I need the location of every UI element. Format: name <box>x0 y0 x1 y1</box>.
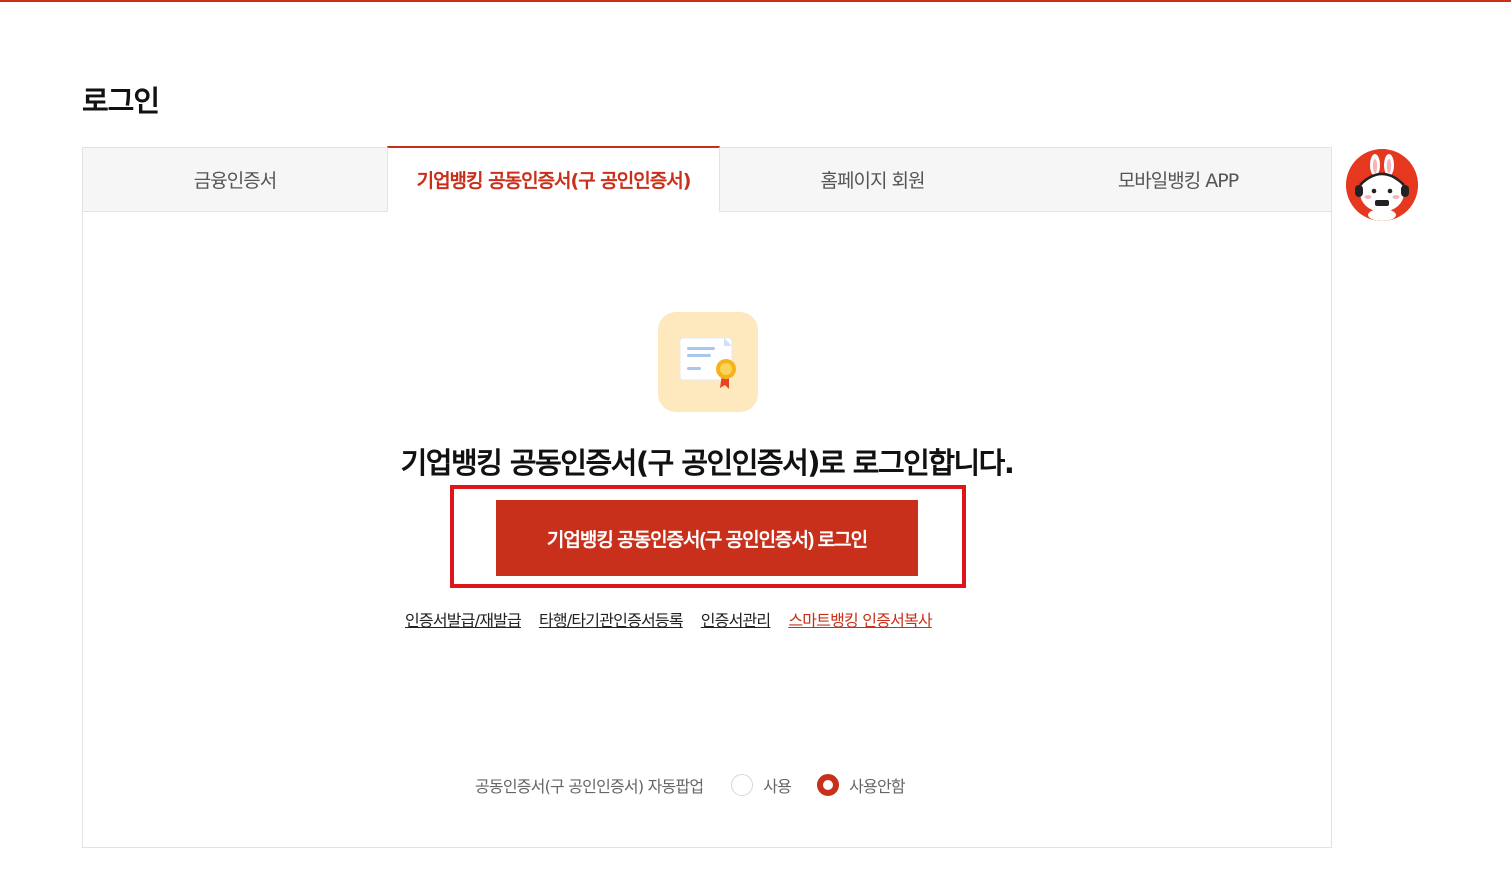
tab-homepage-member[interactable]: 홈페이지 회원 <box>720 148 1025 212</box>
auto-popup-setting: 공동인증서(구 공인인증서) 자동팝업 사용 사용안함 <box>475 773 906 797</box>
certificate-icon <box>658 312 758 412</box>
tab-mobile-banking-app[interactable]: 모바일뱅킹 APP <box>1025 148 1331 212</box>
login-tabs: 금융인증서 기업뱅킹 공동인증서(구 공인인증서) 홈페이지 회원 모바일뱅킹 … <box>83 146 1331 212</box>
tab-financial-certificate[interactable]: 금융인증서 <box>83 148 387 212</box>
radio-not-use[interactable] <box>817 774 840 796</box>
link-certificate-issue[interactable]: 인증서발급/재발급 <box>405 607 522 631</box>
top-accent-line <box>0 0 1511 2</box>
page-title: 로그인 <box>82 84 160 118</box>
radio-use-label[interactable]: 사용 <box>763 773 792 797</box>
link-certificate-management[interactable]: 인증서관리 <box>701 607 771 631</box>
radio-not-use-label[interactable]: 사용안함 <box>849 773 905 797</box>
corporate-certificate-login-button[interactable]: 기업뱅킹 공동인증서(구 공인인증서) 로그인 <box>496 500 918 576</box>
login-headline: 기업뱅킹 공동인증서(구 공인인증서)로 로그인합니다. <box>400 446 1015 480</box>
auto-popup-label: 공동인증서(구 공인인증서) 자동팝업 <box>475 777 704 796</box>
link-smart-banking-certificate-copy[interactable]: 스마트뱅킹 인증서복사 <box>788 607 932 631</box>
certificate-links: 인증서발급/재발급 타행/타기관인증서등록 인증서관리 스마트뱅킹 인증서복사 <box>405 607 933 631</box>
radio-use[interactable] <box>731 774 754 796</box>
rabbit-mascot-icon[interactable] <box>1346 149 1418 221</box>
link-other-bank-certificate-register[interactable]: 타행/타기관인증서등록 <box>539 607 684 631</box>
login-panel: 금융인증서 기업뱅킹 공동인증서(구 공인인증서) 홈페이지 회원 모바일뱅킹 … <box>82 146 1332 848</box>
tab-corporate-certificate[interactable]: 기업뱅킹 공동인증서(구 공인인증서) <box>387 146 720 212</box>
